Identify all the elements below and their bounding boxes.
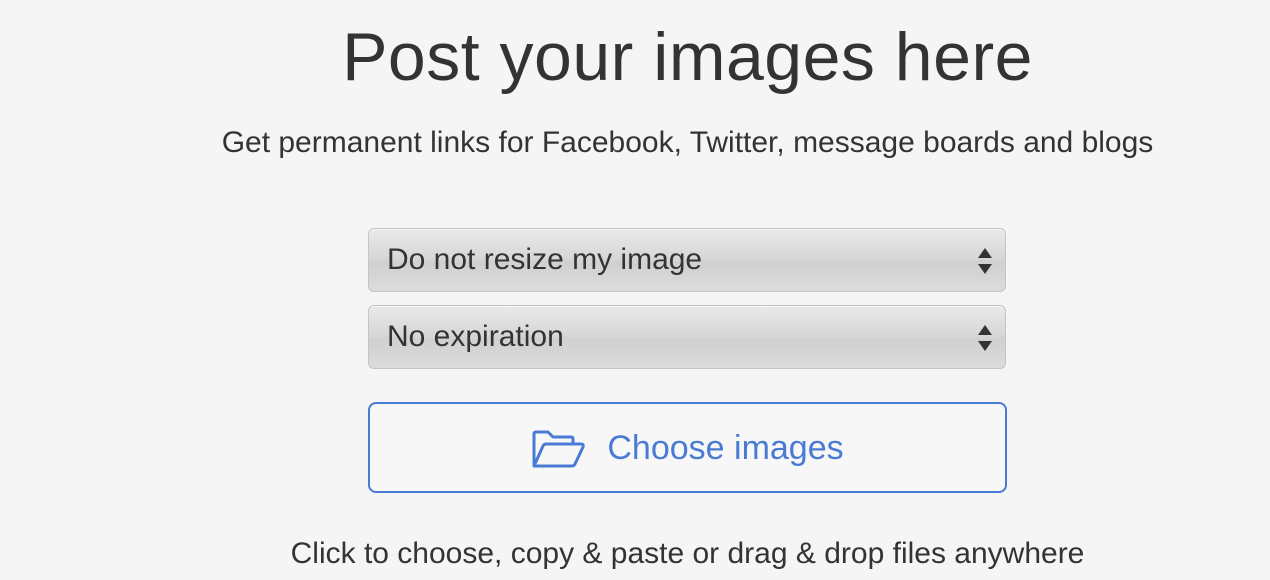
resize-select-value: Do not resize my image (387, 243, 703, 276)
expiration-select[interactable]: No expiration (368, 305, 1006, 369)
page-subtitle: Get permanent links for Facebook, Twitte… (221, 126, 1154, 159)
upload-hint: Click to choose, copy & paste or drag & … (290, 537, 1085, 570)
folder-open-icon (532, 430, 586, 467)
updown-arrows-icon (978, 325, 992, 351)
page-title: Post your images here (342, 19, 1033, 95)
updown-arrows-icon (978, 248, 992, 274)
resize-select[interactable]: Do not resize my image (368, 228, 1006, 292)
choose-images-label: Choose images (607, 428, 844, 467)
choose-images-button[interactable]: Choose images (368, 402, 1007, 493)
expiration-select-value: No expiration (387, 320, 564, 353)
upload-page: Post your images here Get permanent link… (0, 0, 1270, 580)
